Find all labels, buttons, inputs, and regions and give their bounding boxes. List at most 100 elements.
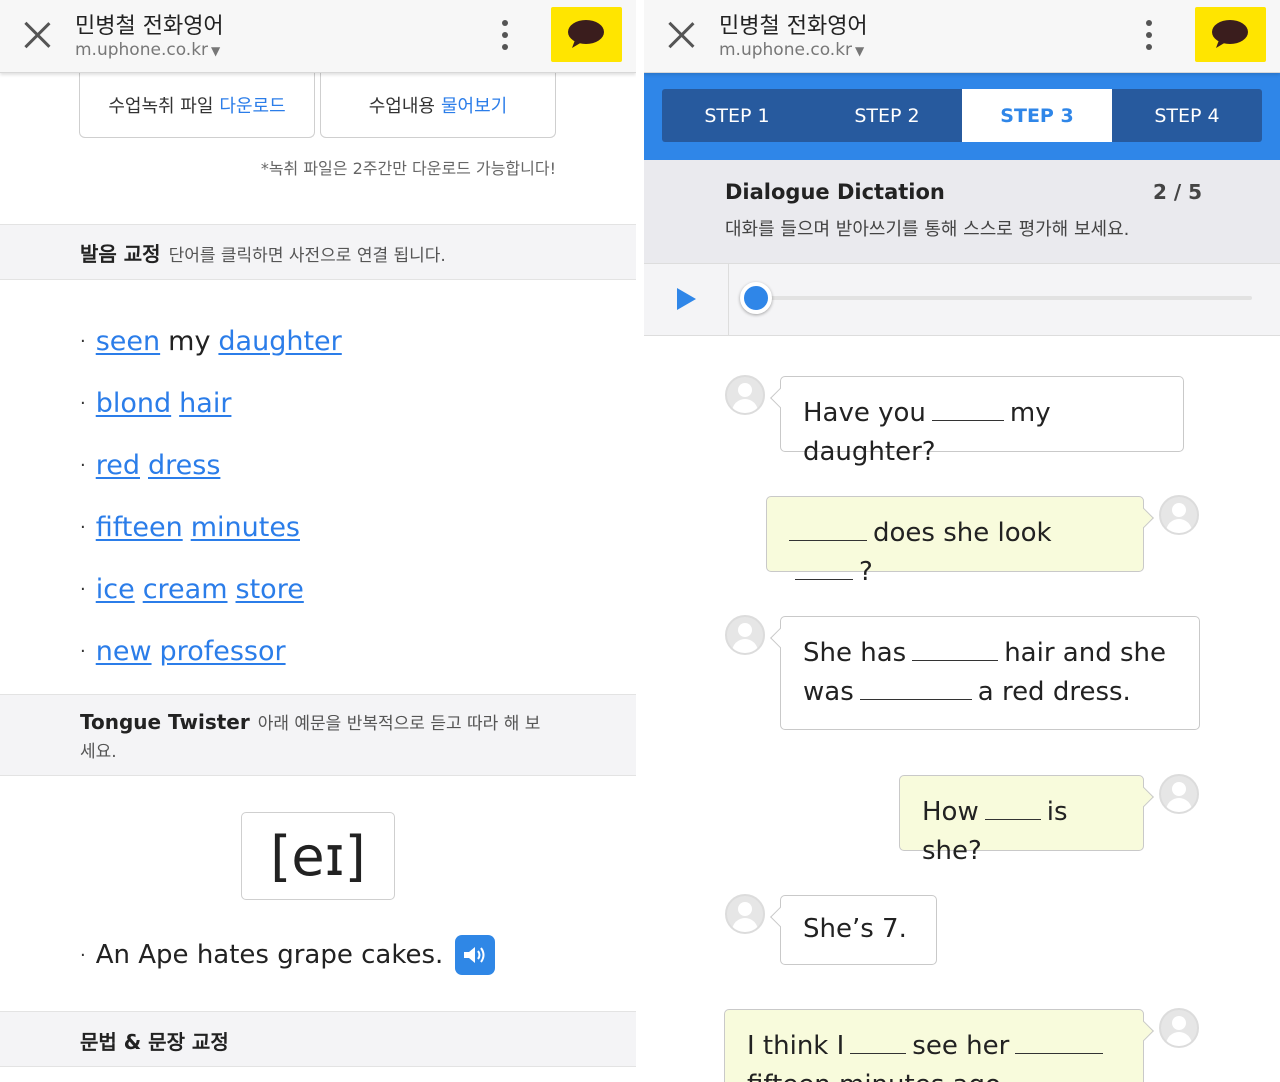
tab-step-3[interactable]: STEP 3: [962, 89, 1112, 142]
chat-message: She’s 7.: [770, 895, 937, 965]
chat-message: I think I see her fifteen minutes ago.: [724, 1009, 1154, 1082]
download-link[interactable]: 다운로드: [219, 92, 285, 118]
word-link[interactable]: cream: [143, 574, 228, 605]
list-item: · blond hair: [80, 372, 350, 434]
blank-line[interactable]: [931, 395, 1004, 421]
word-link[interactable]: professor: [160, 636, 286, 667]
audio-player: [644, 264, 1280, 336]
ask-question-button[interactable]: 수업내용 물어보기: [320, 73, 556, 138]
ask-label: 수업내용: [368, 96, 435, 117]
url-dropdown[interactable]: m.uphone.co.kr ▼: [719, 40, 864, 60]
word-link[interactable]: red: [96, 450, 140, 481]
word-link[interactable]: new: [96, 636, 152, 667]
pronunciation-word-list: · seen my daughter · blond hair · red dr…: [80, 310, 350, 682]
speaker-button[interactable]: [455, 935, 496, 975]
bubble-tail: [770, 388, 790, 408]
message-text: was: [803, 677, 854, 707]
kakao-talk-button[interactable]: [551, 7, 622, 62]
right-panel: 민병철 전화영어 m.uphone.co.kr ▼ STEP 1 STEP 2 S…: [644, 0, 1280, 1082]
bubble-tail: [770, 628, 790, 648]
word-link[interactable]: minutes: [191, 512, 300, 543]
chat-message: How is she?: [899, 775, 1154, 866]
panel-divider: [636, 0, 644, 1082]
chat-bubble-icon: [1212, 20, 1248, 48]
download-recording-button[interactable]: 수업녹취 파일 다운로드: [79, 73, 315, 138]
caret-down-icon: ▼: [855, 44, 865, 58]
blank-line[interactable]: [1015, 1028, 1104, 1054]
page-title: 민병철 전화영어: [719, 14, 868, 39]
message-text: I think I: [747, 1031, 845, 1061]
download-note: *녹취 파일은 2주간만 다운로드 가능합니다!: [260, 159, 556, 178]
step-tabs: STEP 1 STEP 2 STEP 3 STEP 4: [662, 89, 1262, 142]
close-icon[interactable]: [20, 18, 54, 52]
blank-line[interactable]: [795, 554, 853, 580]
message-text: a red dress.: [977, 677, 1131, 707]
bullet: ·: [80, 640, 86, 662]
blank-line[interactable]: [850, 1028, 907, 1054]
bullet: ·: [80, 454, 86, 476]
bullet: ·: [80, 392, 86, 414]
word-link[interactable]: hair: [179, 388, 231, 419]
avatar: [1159, 774, 1199, 814]
message-text: see her: [912, 1031, 1010, 1061]
word-link[interactable]: dress: [148, 450, 220, 481]
page-counter: 2 / 5: [1152, 180, 1202, 204]
example-sentence: · An Ape hates grape cakes.: [80, 935, 496, 975]
bubble-tail: [1134, 787, 1154, 807]
word-link[interactable]: seen: [96, 326, 160, 357]
phoneme-card: [eɪ]: [241, 812, 395, 900]
tab-step-4[interactable]: STEP 4: [1112, 89, 1262, 142]
section-desc: 단어를 클릭하면 사전으로 연결 됩니다.: [168, 246, 446, 266]
section-title: 발음 교정: [80, 242, 161, 266]
tab-step-2[interactable]: STEP 2: [812, 89, 962, 142]
word-link[interactable]: store: [236, 574, 304, 605]
bullet: ·: [80, 330, 86, 352]
blank-line[interactable]: [859, 674, 972, 700]
blank-line[interactable]: [789, 515, 867, 541]
message-text: She has: [803, 638, 907, 668]
dictation-desc: 대화를 들으며 받아쓰기를 통해 스스로 평가해 보세요.: [725, 219, 1130, 240]
avatar: [725, 375, 765, 415]
progress-knob[interactable]: [740, 282, 772, 314]
browser-topbar: 민병철 전화영어 m.uphone.co.kr ▼: [0, 0, 636, 73]
pronunciation-header: 발음 교정 단어를 클릭하면 사전으로 연결 됩니다.: [0, 224, 636, 280]
chat-message: Have you my daughter?: [770, 376, 1184, 467]
list-item: · ice cream store: [80, 558, 350, 620]
bullet: ·: [80, 944, 86, 966]
avatar: [1159, 495, 1199, 535]
kakao-talk-button[interactable]: [1195, 7, 1266, 62]
ask-link[interactable]: 물어보기: [441, 92, 507, 118]
blank-line[interactable]: [984, 794, 1041, 820]
url-text: m.uphone.co.kr: [719, 40, 853, 60]
list-item: · red dress: [80, 434, 350, 496]
word-link[interactable]: blond: [96, 388, 171, 419]
more-options-icon[interactable]: [1141, 20, 1157, 52]
word-link[interactable]: ice: [96, 574, 135, 605]
blank-line[interactable]: [912, 635, 999, 661]
bubble-tail: [770, 907, 790, 927]
message-text: Have you: [803, 398, 926, 428]
progress-track[interactable]: [740, 296, 1252, 300]
word-text: my: [168, 325, 211, 357]
dictation-title: Dialogue Dictation: [725, 180, 945, 204]
message-text: ?: [859, 557, 873, 587]
dictation-info: Dialogue Dictation 2 / 5 대화를 들으며 받아쓰기를 통…: [644, 160, 1280, 264]
left-panel: 민병철 전화영어 m.uphone.co.kr ▼ 수업녹취 파일 다운로드 수업내…: [0, 0, 636, 1082]
list-item: · fifteen minutes: [80, 496, 350, 558]
bullet: ·: [80, 578, 86, 600]
word-link[interactable]: fifteen: [96, 512, 183, 543]
message-text: How: [922, 797, 979, 827]
url-dropdown[interactable]: m.uphone.co.kr ▼: [75, 40, 220, 60]
page-title: 민병철 전화영어: [75, 14, 224, 39]
word-link[interactable]: daughter: [218, 326, 341, 357]
tongue-twister-header: Tongue Twister 아래 예문을 반복적으로 듣고 따라 해 보세요.: [0, 694, 636, 776]
close-icon[interactable]: [664, 18, 698, 52]
bullet: ·: [80, 516, 86, 538]
list-item: · seen my daughter: [80, 310, 350, 372]
more-options-icon[interactable]: [497, 20, 513, 52]
message-text: hair and she: [1004, 638, 1166, 668]
chat-message: does she look?: [766, 496, 1154, 587]
tab-step-1[interactable]: STEP 1: [662, 89, 812, 142]
player-divider: [728, 264, 729, 336]
play-icon[interactable]: [677, 288, 696, 310]
